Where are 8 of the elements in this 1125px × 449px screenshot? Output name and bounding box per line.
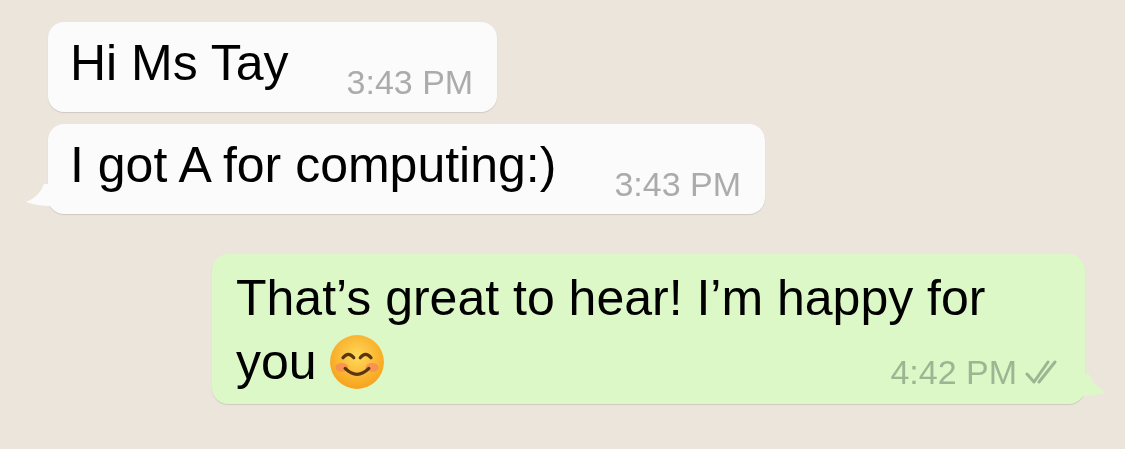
message-time: 3:43 PM (614, 165, 741, 204)
message-text: That’s great to hear! I’m happy for (236, 269, 986, 328)
message-time: 3:43 PM (346, 63, 474, 102)
message-time: 4:42 PM (890, 353, 1017, 392)
smiling-face-icon (328, 334, 385, 390)
message-text: I got A for computing:) (70, 136, 557, 194)
message-text: Hi Ms Tay (70, 34, 289, 92)
message-text: you (236, 333, 317, 392)
